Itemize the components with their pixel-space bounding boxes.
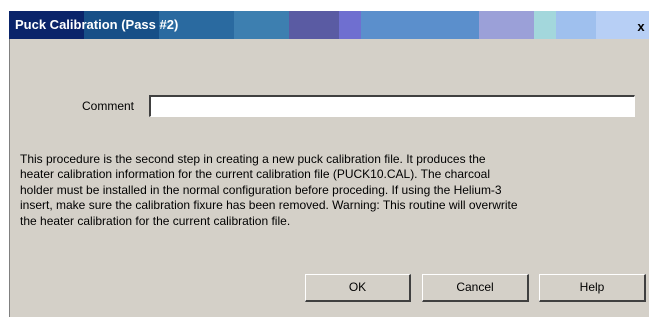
title-bar-band bbox=[234, 11, 289, 39]
comment-input[interactable] bbox=[149, 95, 635, 117]
description-line: holder must be installed in the normal c… bbox=[20, 182, 502, 197]
description-line: heater calibration information for the c… bbox=[20, 167, 491, 182]
procedure-description: This procedure is the second step in cre… bbox=[20, 152, 649, 229]
description-line: insert, make sure the calibration fixure… bbox=[20, 198, 518, 213]
title-bar-band bbox=[361, 11, 479, 39]
dialog-left-edge bbox=[9, 11, 10, 317]
title-bar-band bbox=[289, 11, 339, 39]
description-line: the heater calibration for the current c… bbox=[20, 213, 291, 228]
cancel-button[interactable]: Cancel bbox=[422, 274, 529, 302]
comment-label: Comment bbox=[82, 99, 135, 113]
title-bar[interactable]: Puck Calibration (Pass #2) x bbox=[9, 11, 649, 39]
help-button[interactable]: Help bbox=[539, 274, 646, 302]
close-button[interactable]: x bbox=[633, 19, 649, 34]
title-bar-band bbox=[534, 11, 556, 39]
title-bar-band bbox=[339, 11, 361, 39]
puck-calibration-dialog: Puck Calibration (Pass #2) x Comment Thi… bbox=[9, 11, 649, 317]
ok-button[interactable]: OK bbox=[305, 274, 411, 302]
title-bar-band bbox=[479, 11, 534, 39]
window-title: Puck Calibration (Pass #2) bbox=[15, 17, 179, 32]
description-line: This procedure is the second step in cre… bbox=[20, 152, 486, 166]
title-bar-band bbox=[556, 11, 596, 39]
close-icon: x bbox=[637, 19, 645, 34]
